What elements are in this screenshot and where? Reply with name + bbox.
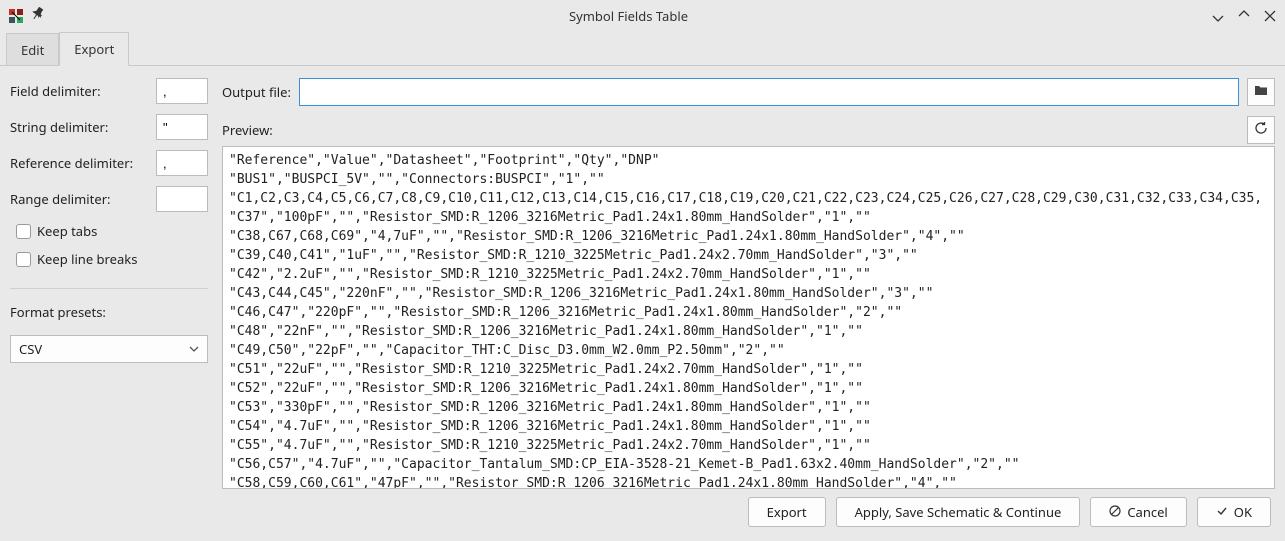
tab-edit[interactable]: Edit [6, 33, 59, 66]
string-delimiter-input[interactable] [156, 114, 208, 140]
footer: Export Apply, Save Schematic & Continue … [0, 493, 1285, 541]
range-delimiter-label: Range delimiter: [10, 190, 148, 208]
keep-line-breaks-checkbox[interactable] [16, 252, 31, 267]
export-button-label: Export [767, 503, 807, 521]
refresh-button[interactable] [1247, 116, 1275, 144]
keep-line-breaks-label: Keep line breaks [37, 250, 137, 268]
export-button[interactable]: Export [748, 497, 826, 527]
keep-tabs-label: Keep tabs [37, 222, 97, 240]
refresh-icon [1254, 121, 1268, 139]
apply-button-label: Apply, Save Schematic & Continue [855, 503, 1062, 521]
ok-button-label: OK [1234, 503, 1252, 521]
cancel-button-label: Cancel [1127, 503, 1167, 521]
browse-button[interactable] [1247, 78, 1275, 106]
format-preset-select[interactable]: CSV [10, 335, 208, 363]
keep-tabs-checkbox[interactable] [16, 224, 31, 239]
titlebar: Symbol Fields Table [0, 0, 1285, 32]
preview-label: Preview: [222, 121, 273, 139]
apply-button[interactable]: Apply, Save Schematic & Continue [836, 497, 1081, 527]
left-column: Field delimiter: String delimiter: Refer… [10, 78, 208, 489]
range-delimiter-input[interactable] [156, 186, 208, 212]
window: Symbol Fields Table Edit Export Field de… [0, 0, 1285, 541]
reference-delimiter-label: Reference delimiter: [10, 154, 148, 172]
folder-icon [1254, 83, 1268, 101]
chevron-down-icon [189, 340, 199, 358]
field-delimiter-label: Field delimiter: [10, 82, 148, 100]
minimize-button[interactable] [1211, 9, 1225, 23]
divider [10, 288, 208, 289]
ok-button[interactable]: OK [1197, 497, 1271, 527]
output-file-label: Output file: [222, 83, 291, 101]
window-title: Symbol Fields Table [46, 7, 1211, 25]
check-icon [1216, 503, 1228, 521]
body: Field delimiter: String delimiter: Refer… [0, 66, 1285, 493]
maximize-button[interactable] [1237, 9, 1251, 23]
field-delimiter-input[interactable] [156, 78, 208, 104]
right-column: Output file: Preview: "Reference","Value… [222, 78, 1275, 489]
preview-textarea[interactable]: "Reference","Value","Datasheet","Footpri… [222, 146, 1275, 489]
cancel-button[interactable]: Cancel [1090, 497, 1186, 527]
output-file-input[interactable] [299, 78, 1239, 106]
tabstrip: Edit Export [0, 32, 1285, 66]
close-button[interactable] [1263, 9, 1277, 23]
tab-underline [0, 65, 1285, 66]
string-delimiter-label: String delimiter: [10, 118, 148, 136]
app-icon [8, 8, 24, 24]
format-preset-value: CSV [19, 340, 42, 358]
format-presets-label: Format presets: [10, 303, 208, 321]
reference-delimiter-input[interactable] [156, 150, 208, 176]
pin-icon[interactable] [32, 7, 46, 25]
cancel-icon [1109, 503, 1121, 521]
tab-export[interactable]: Export [59, 32, 129, 66]
